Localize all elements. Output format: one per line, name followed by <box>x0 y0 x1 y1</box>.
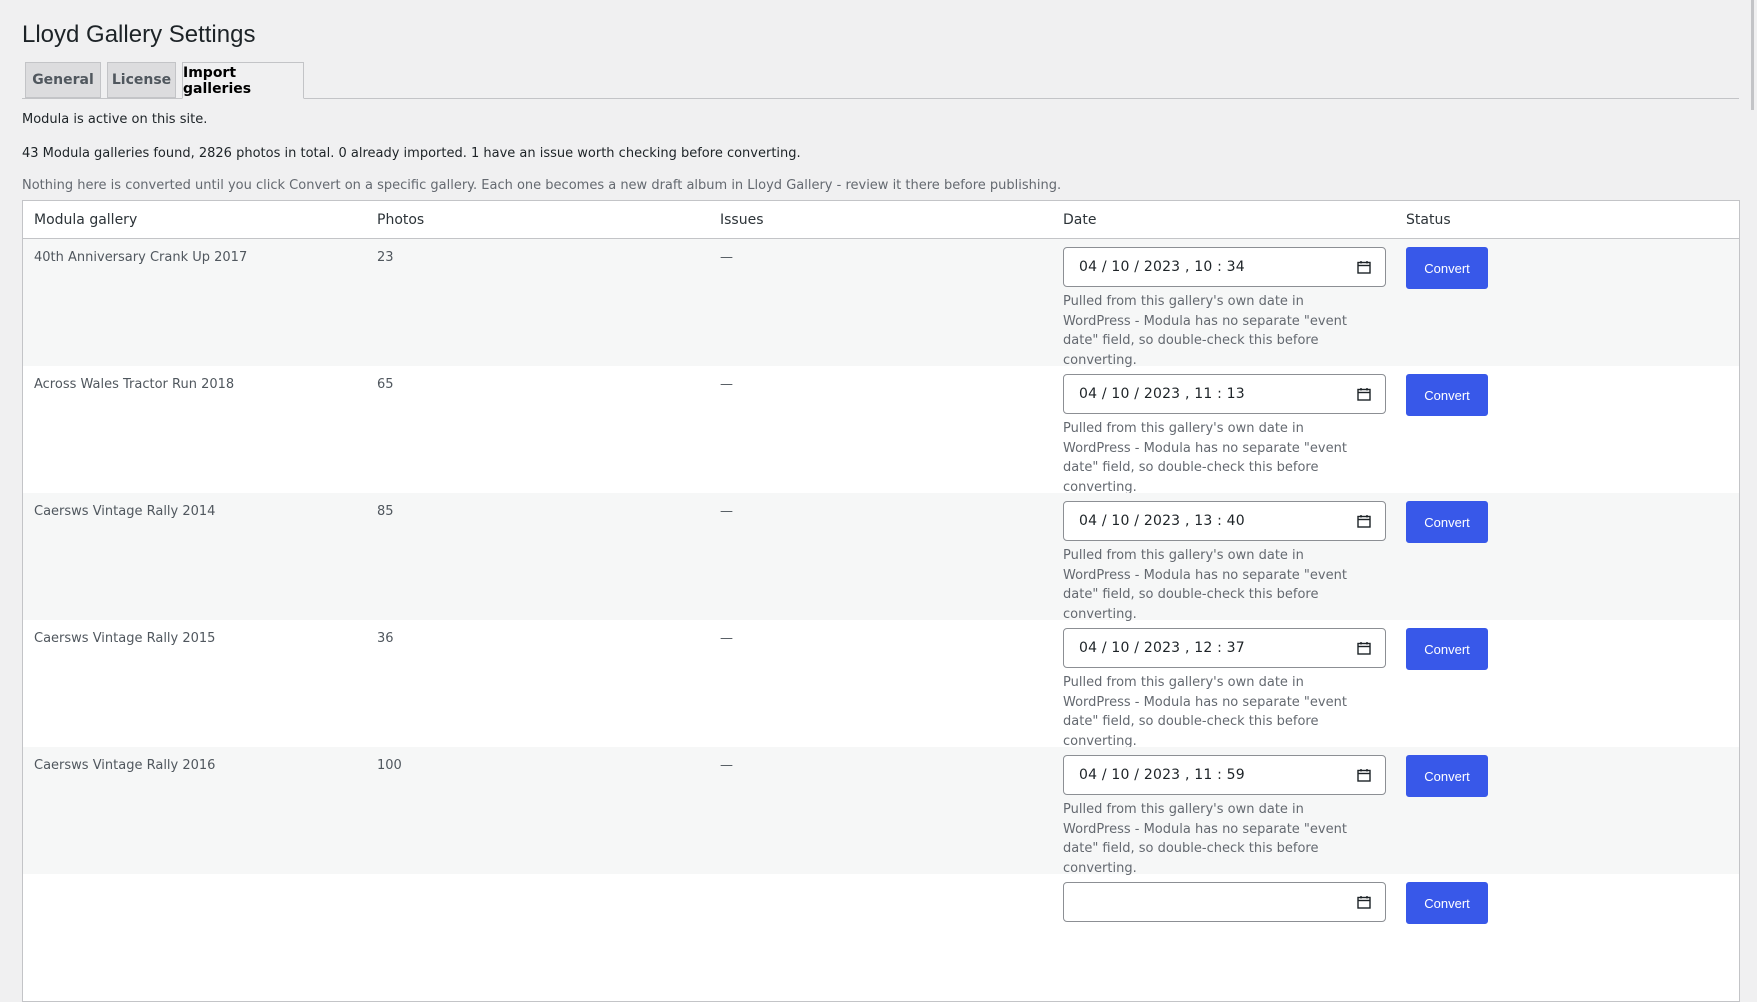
convert-button[interactable]: Convert <box>1406 882 1488 924</box>
calendar-icon[interactable] <box>1357 260 1371 274</box>
nav-tabs: General License Import galleries <box>22 62 1739 99</box>
issues-value: — <box>720 504 733 519</box>
calendar-icon[interactable] <box>1357 895 1371 909</box>
page-title: Lloyd Gallery Settings <box>22 21 256 48</box>
table-row: Across Wales Tractor Run 2018 65 — 04 / 10 … <box>23 366 1739 495</box>
import-help-text: Nothing here is converted until you clic… <box>22 178 1062 193</box>
convert-button[interactable]: Convert <box>1406 755 1488 797</box>
convert-button[interactable]: Convert <box>1406 247 1488 289</box>
gallery-name: Across Wales Tractor Run 2018 <box>34 377 235 392</box>
modula-active-notice: Modula is active on this site. <box>22 112 208 127</box>
date-input[interactable]: 04 / 10 / 2023 , 10 : 34 <box>1063 247 1386 287</box>
tab-license[interactable]: License <box>107 62 176 98</box>
scrollbar-thumb[interactable] <box>1751 0 1754 110</box>
date-help-text: Pulled from this gallery's own date in W… <box>1063 802 1347 876</box>
date-value: 04 / 10 / 2023 , 12 : 37 <box>1079 640 1245 656</box>
galleries-table: Modula gallery Photos Issues Date Status… <box>22 200 1740 1002</box>
column-header-status: Status <box>1406 212 1451 228</box>
date-help-text: Pulled from this gallery's own date in W… <box>1063 421 1347 495</box>
calendar-icon[interactable] <box>1357 768 1371 782</box>
table-header: Modula gallery Photos Issues Date Status <box>23 201 1739 239</box>
page-scrollbar[interactable] <box>1743 0 1757 886</box>
calendar-icon[interactable] <box>1357 514 1371 528</box>
photo-count: 65 <box>377 377 394 392</box>
table-row: Convert <box>23 874 1739 1001</box>
convert-button[interactable]: Convert <box>1406 628 1488 670</box>
issues-value: — <box>720 758 733 773</box>
issues-value: — <box>720 631 733 646</box>
date-input[interactable] <box>1063 882 1386 922</box>
date-value: 04 / 10 / 2023 , 10 : 34 <box>1079 259 1245 275</box>
column-header-issues: Issues <box>720 212 764 228</box>
table-row: Caersws Vintage Rally 2014 85 — 04 / 10 / 2… <box>23 493 1739 622</box>
date-input[interactable]: 04 / 10 / 2023 , 11 : 13 <box>1063 374 1386 414</box>
date-help-text: Pulled from this gallery's own date in W… <box>1063 675 1347 749</box>
convert-button[interactable]: Convert <box>1406 501 1488 543</box>
table-row: 40th Anniversary Crank Up 2017 23 — 04 / 10… <box>23 239 1739 368</box>
calendar-icon[interactable] <box>1357 387 1371 401</box>
date-value: 04 / 10 / 2023 , 11 : 59 <box>1079 767 1245 783</box>
column-header-photos: Photos <box>377 212 425 228</box>
tab-import-galleries[interactable]: Import galleries <box>182 62 304 99</box>
date-value: 04 / 10 / 2023 , 11 : 13 <box>1079 386 1245 402</box>
date-input[interactable]: 04 / 10 / 2023 , 12 : 37 <box>1063 628 1386 668</box>
photo-count: 85 <box>377 504 394 519</box>
table-row: Caersws Vintage Rally 2015 36 — 04 / 10 / 2… <box>23 620 1739 749</box>
photo-count: 100 <box>377 758 402 773</box>
gallery-name: 40th Anniversary Crank Up 2017 <box>34 250 248 265</box>
table-row: Caersws Vintage Rally 2016 100 — 04 / 10 / … <box>23 747 1739 876</box>
date-input[interactable]: 04 / 10 / 2023 , 13 : 40 <box>1063 501 1386 541</box>
date-help-text: Pulled from this gallery's own date in W… <box>1063 294 1347 368</box>
photo-count: 36 <box>377 631 394 646</box>
gallery-name: Caersws Vintage Rally 2015 <box>34 631 216 646</box>
issues-value: — <box>720 377 733 392</box>
table-body: 40th Anniversary Crank Up 2017 23 — 04 / 10… <box>23 239 1739 1001</box>
date-value: 04 / 10 / 2023 , 13 : 40 <box>1079 513 1245 529</box>
calendar-icon[interactable] <box>1357 641 1371 655</box>
convert-button[interactable]: Convert <box>1406 374 1488 416</box>
issues-value: — <box>720 250 733 265</box>
photo-count: 23 <box>377 250 394 265</box>
column-header-gallery: Modula gallery <box>34 212 138 228</box>
tab-general[interactable]: General <box>25 62 101 98</box>
column-header-date: Date <box>1063 212 1097 228</box>
gallery-name: Caersws Vintage Rally 2014 <box>34 504 216 519</box>
date-input[interactable]: 04 / 10 / 2023 , 11 : 59 <box>1063 755 1386 795</box>
gallery-name: Caersws Vintage Rally 2016 <box>34 758 216 773</box>
galleries-summary: 43 Modula galleries found, 2826 photos i… <box>22 146 801 161</box>
date-help-text: Pulled from this gallery's own date in W… <box>1063 548 1347 622</box>
